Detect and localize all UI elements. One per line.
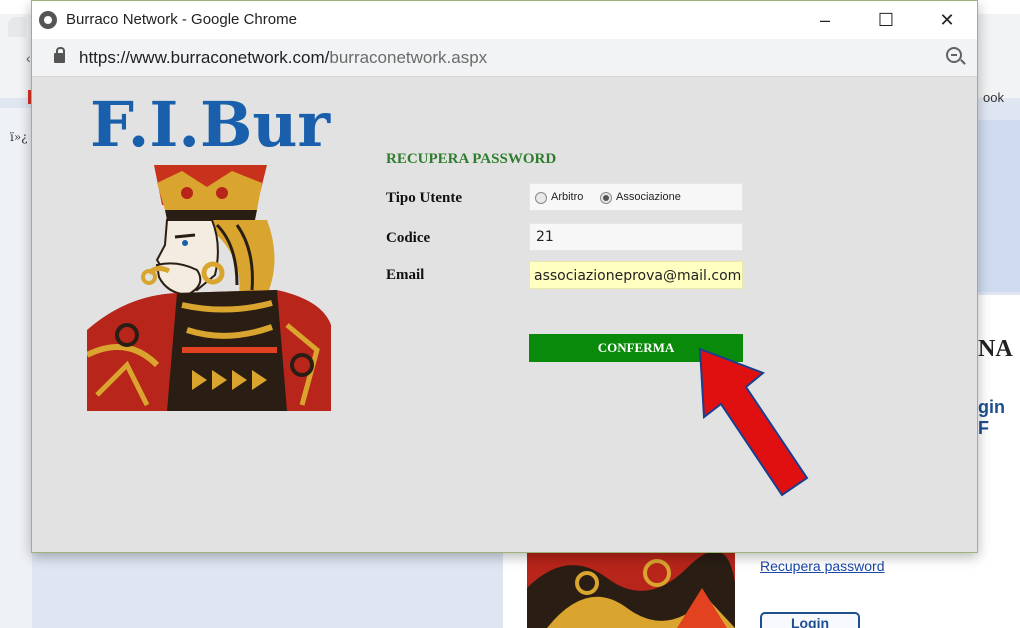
screenshot-stage: ‹ ook ï»¿ NA gin F Recupera password Log… xyxy=(0,0,1020,628)
url-host: https://www.burraconetwork.com/ xyxy=(79,48,330,67)
background-title-fragment: NA xyxy=(978,336,1013,362)
tipo-utente-radio-group: Arbitro Associazione xyxy=(529,183,743,211)
lock-icon[interactable] xyxy=(54,47,65,63)
maximize-button[interactable]: ☐ xyxy=(863,5,909,35)
popup-window: Burraco Network - Google Chrome – ☐ ✕ ht… xyxy=(31,0,978,553)
codice-label: Codice xyxy=(386,230,431,246)
address-bar[interactable]: https://www.burraconetwork.com/burracone… xyxy=(32,39,977,77)
tipo-utente-label: Tipo Utente xyxy=(386,190,462,206)
conferma-button[interactable]: CONFERMA xyxy=(529,334,743,362)
email-input[interactable]: associazioneprova@mail.com xyxy=(529,261,743,289)
email-label: Email xyxy=(386,267,425,283)
form-heading: RECUPERA PASSWORD xyxy=(386,151,557,167)
recupera-password-link[interactable]: Recupera password xyxy=(760,558,885,574)
associazione-radio-label[interactable]: Associazione xyxy=(616,191,681,203)
url-text[interactable]: https://www.burraconetwork.com/burracone… xyxy=(79,48,487,68)
codice-input[interactable]: 21 xyxy=(529,223,743,251)
background-left-strip xyxy=(0,108,32,628)
associazione-radio[interactable] xyxy=(600,192,612,204)
minimize-button[interactable]: – xyxy=(802,5,848,35)
background-header-band xyxy=(978,120,1020,292)
close-button[interactable]: ✕ xyxy=(924,5,970,35)
fibur-logo: F.I.Bur xyxy=(90,88,331,161)
arbitro-radio[interactable] xyxy=(535,192,547,204)
bookmark-label[interactable]: ook xyxy=(983,90,1004,105)
background-tab[interactable] xyxy=(8,17,26,37)
window-title: Burraco Network - Google Chrome xyxy=(66,11,297,28)
chrome-icon xyxy=(39,11,57,29)
title-bar[interactable]: Burraco Network - Google Chrome – ☐ ✕ xyxy=(32,1,977,39)
king-card-illustration xyxy=(85,165,331,411)
zoom-out-icon[interactable] xyxy=(946,47,962,63)
arbitro-radio-label[interactable]: Arbitro xyxy=(551,191,583,203)
back-arrow-icon[interactable]: ‹ xyxy=(26,50,31,66)
login-button[interactable]: Login xyxy=(760,612,860,628)
url-path: burraconetwork.aspx xyxy=(329,48,488,67)
background-subtitle-fragment: gin F xyxy=(978,397,1005,438)
background-garbled-text: ï»¿ xyxy=(10,130,28,144)
background-card-image xyxy=(527,548,735,628)
